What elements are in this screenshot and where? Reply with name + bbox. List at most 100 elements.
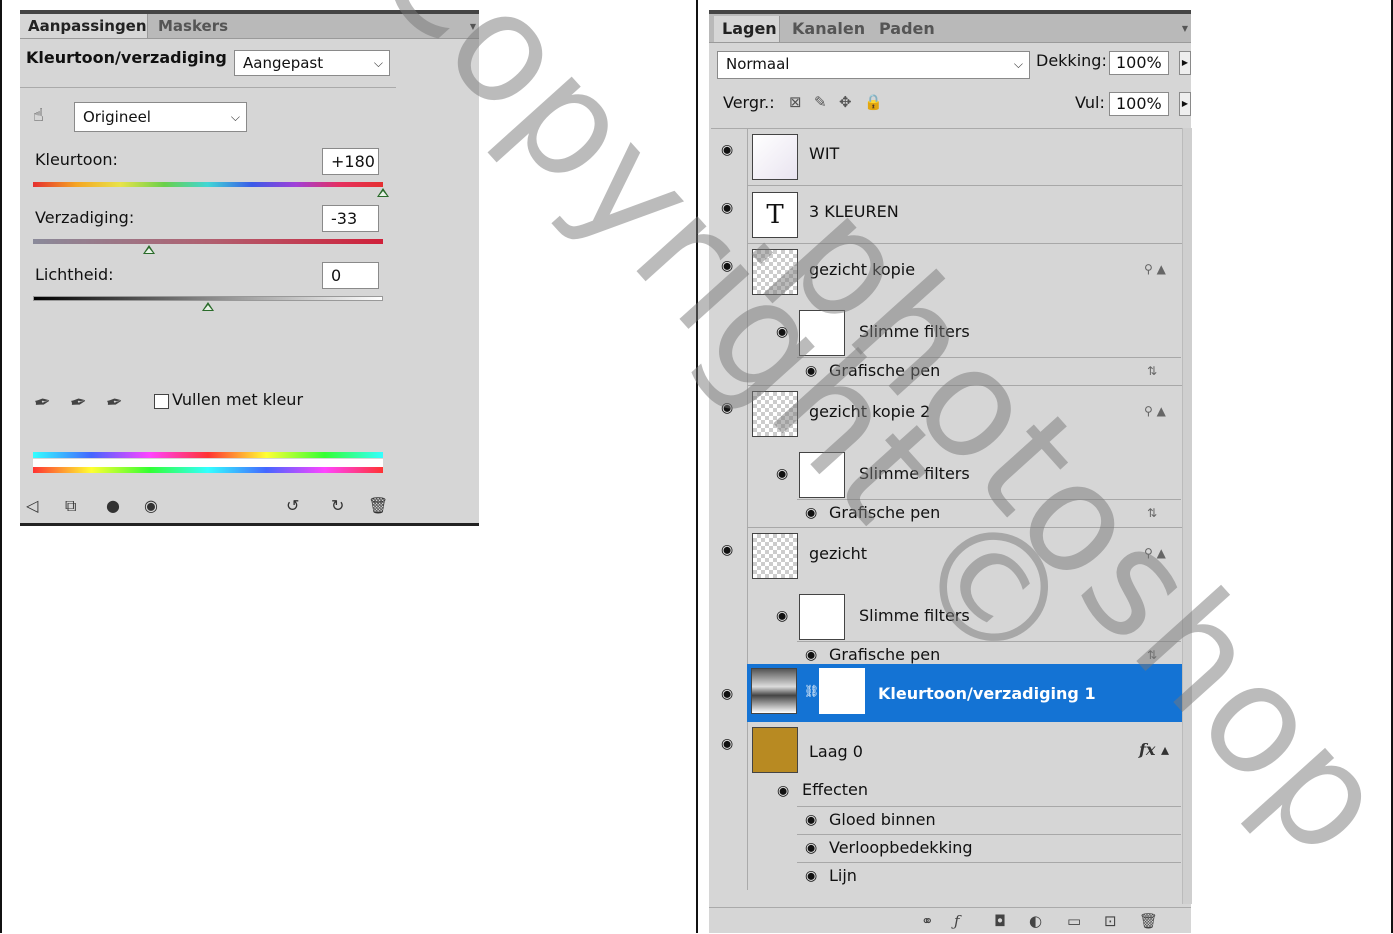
saturation-input[interactable]: -33 <box>322 205 379 232</box>
fill-label: Vul: <box>1075 93 1105 112</box>
eyedropper-minus-icon[interactable]: ✒ <box>104 389 125 416</box>
visibility-eye-icon[interactable]: ◉ <box>721 142 733 158</box>
tab-aanpassingen[interactable]: Aanpassingen <box>20 14 148 38</box>
back-arrow-icon[interactable]: ◁ <box>26 496 38 515</box>
add-mask-icon[interactable]: ◘ <box>994 912 1006 930</box>
visibility-eye-icon[interactable]: ◉ <box>721 400 733 416</box>
visibility-eye-icon[interactable]: ◉ <box>776 608 788 624</box>
filter-options-icon[interactable]: ⚲ ▲ <box>1144 262 1166 276</box>
clip-to-layer-icon[interactable]: ● <box>106 496 120 515</box>
blending-options-icon[interactable]: ⇅ <box>1147 506 1157 520</box>
lock-paint-icon[interactable]: ✎ <box>814 93 827 111</box>
lock-position-icon[interactable]: ✥ <box>839 93 852 111</box>
saturation-slider-track[interactable] <box>33 239 383 244</box>
filter-options-icon[interactable]: ⚲ ▲ <box>1144 546 1166 560</box>
new-layer-icon[interactable]: ⊡ <box>1104 912 1117 930</box>
channel-select[interactable]: Origineel ⌵ <box>74 102 247 132</box>
lock-all-icon[interactable]: 🔒 <box>864 93 883 111</box>
layer-row-gezicht[interactable]: gezicht ⚲ ▲ Slimme filters ◉ ◉ Grafische… <box>747 528 1182 670</box>
on-image-adjust-icon[interactable]: ☝ <box>33 105 44 126</box>
preset-value: Aangepast <box>243 54 324 72</box>
lightness-label: Lichtheid: <box>35 265 114 284</box>
blending-options-icon[interactable]: ⇅ <box>1147 648 1157 662</box>
filter-options-icon[interactable]: ⚲ ▲ <box>1144 404 1166 418</box>
link-chain-icon[interactable]: ⛓ <box>804 684 819 698</box>
visibility-eye-icon[interactable]: ◉ <box>805 868 817 884</box>
tab-lagen[interactable]: Lagen <box>714 16 780 42</box>
fill-input[interactable]: 100% <box>1109 92 1169 116</box>
visibility-eye-icon[interactable]: ◉ <box>805 812 817 828</box>
hue-input[interactable]: +180 <box>322 148 379 175</box>
lightness-slider-thumb[interactable] <box>202 302 214 311</box>
opacity-label: Dekking: <box>1036 51 1107 70</box>
layer-row-laag-0[interactable]: Laag 0 fx ▴ ◉ Effecten ◉ Gloed binnen ◉ … <box>747 722 1182 890</box>
trash-icon[interactable]: 🗑 <box>368 496 388 515</box>
lock-transparency-icon[interactable]: ⊠ <box>789 93 802 111</box>
preset-select[interactable]: Aangepast ⌵ <box>234 50 390 76</box>
eyedropper-icon[interactable]: ✒ <box>32 389 53 416</box>
layers-scrollbar[interactable] <box>1182 128 1192 904</box>
effect-name: Lijn <box>829 866 857 885</box>
effect-row-gloed-binnen[interactable]: ◉ Gloed binnen <box>797 806 1181 834</box>
smart-filters-label: Slimme filters <box>859 464 970 483</box>
trash-icon[interactable]: 🗑 <box>1139 912 1158 930</box>
tab-maskers[interactable]: Maskers <box>150 14 230 38</box>
lock-label: Vergr.: <box>723 93 775 112</box>
hue-slider-thumb[interactable] <box>377 188 389 197</box>
visibility-eye-icon[interactable]: ◉ <box>776 466 788 482</box>
filter-row-grafische-pen[interactable]: ◉ Grafische pen ⇅ <box>797 499 1181 527</box>
visibility-eye-icon[interactable]: ◉ <box>721 686 733 702</box>
layers-tabbar: Lagen Kanalen Paden ▼ <box>709 14 1191 43</box>
visibility-eye-icon[interactable]: ◉ <box>721 736 733 752</box>
tab-kanalen[interactable]: Kanalen <box>784 16 866 42</box>
layer-name: gezicht kopie 2 <box>809 402 931 421</box>
opacity-arrow-icon[interactable]: ▶ <box>1179 51 1191 75</box>
layer-row-kleurtoon-verzadiging-1[interactable]: ⛓ Kleurtoon/verzadiging 1 <box>747 664 1182 722</box>
visibility-eye-icon[interactable]: ◉ <box>805 840 817 856</box>
blending-options-icon[interactable]: ⇅ <box>1147 364 1157 378</box>
fill-arrow-icon[interactable]: ▶ <box>1179 92 1191 116</box>
effect-row-lijn[interactable]: ◉ Lijn <box>797 862 1181 890</box>
visibility-eye-icon[interactable]: ◉ <box>777 783 789 799</box>
lightness-slider-track[interactable] <box>33 296 383 301</box>
layer-name: WIT <box>809 144 840 163</box>
spectrum-gap <box>33 459 383 467</box>
reset-icon[interactable]: ↻ <box>331 496 344 515</box>
colorize-label: Vullen met kleur <box>172 390 304 409</box>
visibility-eye-icon[interactable]: ◉ <box>721 542 733 558</box>
visibility-eye-icon[interactable]: ◉ <box>805 647 817 663</box>
blend-mode-select[interactable]: Normaal ⌵ <box>717 51 1030 79</box>
visibility-eye-icon[interactable]: ◉ <box>805 363 817 379</box>
expand-view-icon[interactable]: ⧉ <box>65 496 76 516</box>
colorize-checkbox[interactable] <box>154 394 169 409</box>
link-layers-icon[interactable]: ⚭ <box>921 912 934 930</box>
opacity-input[interactable]: 100% <box>1109 51 1169 75</box>
layer-row-3-kleuren[interactable]: T 3 KLEUREN <box>747 186 1182 244</box>
add-style-icon[interactable]: ƒ <box>954 912 960 930</box>
layer-row-wit[interactable]: WIT <box>747 128 1182 186</box>
layer-name: Laag 0 <box>809 742 863 761</box>
hue-slider-track[interactable] <box>33 182 383 187</box>
new-group-icon[interactable]: ▭ <box>1067 912 1081 930</box>
fx-icon[interactable]: fx ▴ <box>1139 740 1169 759</box>
tab-paden[interactable]: Paden <box>871 16 937 42</box>
eyedropper-plus-icon[interactable]: ✒ <box>68 389 89 416</box>
adjustments-footer: ◁ ⧉ ● ◉ ↺ ↻ 🗑 <box>20 494 479 522</box>
spectrum-bar-output <box>33 452 383 458</box>
lightness-input[interactable]: 0 <box>322 262 379 289</box>
panel-menu-icon[interactable]: ▼ <box>470 22 476 31</box>
visibility-eye-icon[interactable]: ◉ <box>721 200 733 216</box>
filter-row-grafische-pen[interactable]: ◉ Grafische pen ⇅ <box>797 357 1181 385</box>
view-previous-icon[interactable]: ↺ <box>286 496 299 515</box>
visibility-eye-icon[interactable]: ◉ <box>144 496 158 515</box>
effect-row-verloopbedekking[interactable]: ◉ Verloopbedekking <box>797 834 1181 862</box>
layer-row-gezicht-kopie[interactable]: gezicht kopie ⚲ ▲ Slimme filters ◉ ◉ Gra… <box>747 244 1182 386</box>
panel-menu-icon[interactable]: ▼ <box>1182 24 1188 33</box>
visibility-eye-icon[interactable]: ◉ <box>721 258 733 274</box>
visibility-eye-icon[interactable]: ◉ <box>776 324 788 340</box>
adjustments-panel: Aanpassingen Maskers ▼ Kleurtoon/verzadi… <box>20 10 479 526</box>
layer-row-gezicht-kopie-2[interactable]: gezicht kopie 2 ⚲ ▲ Slimme filters ◉ ◉ G… <box>747 386 1182 528</box>
saturation-slider-thumb[interactable] <box>142 245 155 254</box>
new-adjustment-icon[interactable]: ◐ <box>1029 912 1042 930</box>
visibility-eye-icon[interactable]: ◉ <box>805 505 817 521</box>
